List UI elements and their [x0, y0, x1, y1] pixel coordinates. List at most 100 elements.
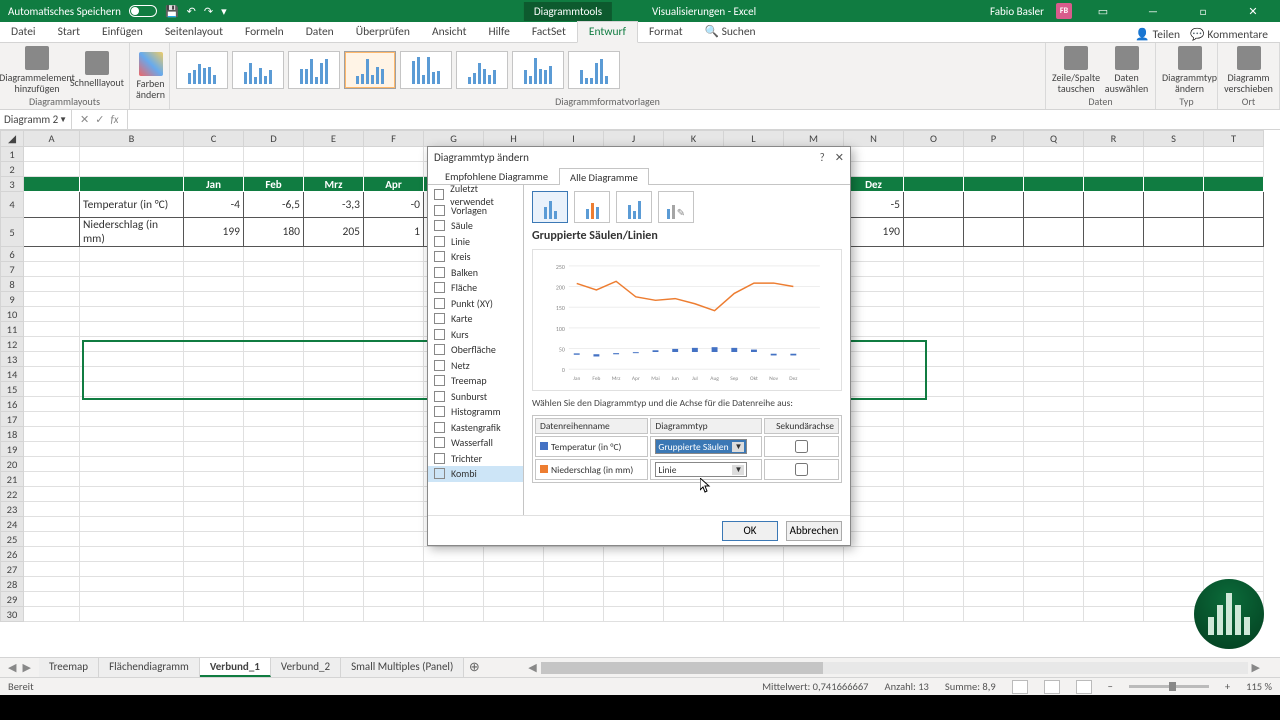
- cell-R30[interactable]: [1084, 607, 1144, 622]
- cell-S2[interactable]: [1144, 162, 1204, 177]
- zoom-in-icon[interactable]: +: [1225, 680, 1230, 693]
- cell-T8[interactable]: [1204, 277, 1264, 292]
- cell-O24[interactable]: [904, 517, 964, 532]
- cell-D27[interactable]: [244, 562, 304, 577]
- cell-B16[interactable]: [80, 397, 184, 412]
- cell-T3[interactable]: [1204, 177, 1264, 192]
- cell-O1[interactable]: [904, 147, 964, 162]
- chart-style-6[interactable]: [456, 51, 508, 89]
- cell-L30[interactable]: [724, 607, 784, 622]
- cell-B23[interactable]: [80, 502, 184, 517]
- cell-T22[interactable]: [1204, 487, 1264, 502]
- cell-F23[interactable]: [364, 502, 424, 517]
- cell-Q14[interactable]: [1024, 367, 1084, 382]
- cell-A8[interactable]: [24, 277, 80, 292]
- subtype-3[interactable]: [616, 191, 652, 223]
- cell-O6[interactable]: [904, 247, 964, 262]
- cell-B27[interactable]: [80, 562, 184, 577]
- cell-J30[interactable]: [604, 607, 664, 622]
- chart-style-8[interactable]: [568, 51, 620, 89]
- cell-B24[interactable]: [80, 517, 184, 532]
- cell-H28[interactable]: [484, 577, 544, 592]
- cell-R21[interactable]: [1084, 472, 1144, 487]
- cell-R13[interactable]: [1084, 352, 1144, 367]
- cell-N11[interactable]: [844, 322, 904, 337]
- cell-T21[interactable]: [1204, 472, 1264, 487]
- cell-Q19[interactable]: [1024, 442, 1084, 457]
- cell-Q30[interactable]: [1024, 607, 1084, 622]
- tab-datei[interactable]: Datei: [0, 22, 47, 42]
- cell-F7[interactable]: [364, 262, 424, 277]
- switch-row-col-button[interactable]: Zeile/Spalte tauschen: [1052, 46, 1100, 94]
- col-header-D[interactable]: D: [244, 131, 304, 147]
- cell-C25[interactable]: [184, 532, 244, 547]
- cell-F18[interactable]: [364, 427, 424, 442]
- col-header-H[interactable]: H: [484, 131, 544, 147]
- cell-R18[interactable]: [1084, 427, 1144, 442]
- secondary-axis-checkbox-0[interactable]: [795, 440, 808, 453]
- cell-A29[interactable]: [24, 592, 80, 607]
- cell-I29[interactable]: [544, 592, 604, 607]
- cell-B14[interactable]: [80, 367, 184, 382]
- cell-E10[interactable]: [304, 307, 364, 322]
- cell-A12[interactable]: [24, 337, 80, 352]
- cell-F19[interactable]: [364, 442, 424, 457]
- cell-C20[interactable]: [184, 457, 244, 472]
- cell-T23[interactable]: [1204, 502, 1264, 517]
- row-header-25[interactable]: 25: [1, 532, 24, 547]
- cell-S16[interactable]: [1144, 397, 1204, 412]
- cell-L28[interactable]: [724, 577, 784, 592]
- select-data-button[interactable]: Daten auswählen: [1104, 46, 1149, 94]
- cell-B25[interactable]: [80, 532, 184, 547]
- cell-S11[interactable]: [1144, 322, 1204, 337]
- cell-O5[interactable]: [904, 218, 964, 247]
- cell-Q10[interactable]: [1024, 307, 1084, 322]
- cell-D6[interactable]: [244, 247, 304, 262]
- cell-F5[interactable]: 1: [364, 218, 424, 247]
- cell-E8[interactable]: [304, 277, 364, 292]
- cell-G29[interactable]: [424, 592, 484, 607]
- cell-E5[interactable]: 205: [304, 218, 364, 247]
- tab-start[interactable]: Start: [47, 22, 91, 42]
- cell-K28[interactable]: [664, 577, 724, 592]
- row-header-13[interactable]: 13: [1, 352, 24, 367]
- cell-D26[interactable]: [244, 547, 304, 562]
- col-header-P[interactable]: P: [964, 131, 1024, 147]
- sheet-nav-prev-icon[interactable]: ◀: [8, 661, 16, 674]
- cancel-button[interactable]: Abbrechen: [786, 521, 842, 541]
- cell-A25[interactable]: [24, 532, 80, 547]
- cell-P6[interactable]: [964, 247, 1024, 262]
- tab-daten[interactable]: Daten: [295, 22, 345, 42]
- cell-B22[interactable]: [80, 487, 184, 502]
- window-close-icon[interactable]: ✕: [1234, 0, 1272, 22]
- chart-category-punktxy[interactable]: Punkt (XY): [428, 296, 523, 312]
- sheet-nav-next-icon[interactable]: ▶: [22, 661, 30, 674]
- cell-B9[interactable]: [80, 292, 184, 307]
- cell-P28[interactable]: [964, 577, 1024, 592]
- cell-E30[interactable]: [304, 607, 364, 622]
- col-header-G[interactable]: G: [424, 131, 484, 147]
- dialog-close-icon[interactable]: ✕: [835, 151, 844, 164]
- cell-F6[interactable]: [364, 247, 424, 262]
- cell-J28[interactable]: [604, 577, 664, 592]
- cell-Q21[interactable]: [1024, 472, 1084, 487]
- cell-Q16[interactable]: [1024, 397, 1084, 412]
- chart-style-5[interactable]: [400, 51, 452, 89]
- cell-P3[interactable]: [964, 177, 1024, 192]
- chart-category-sunburst[interactable]: Sunburst: [428, 389, 523, 405]
- cell-P24[interactable]: [964, 517, 1024, 532]
- cell-P22[interactable]: [964, 487, 1024, 502]
- row-header-23[interactable]: 23: [1, 502, 24, 517]
- cell-N24[interactable]: [844, 517, 904, 532]
- cell-D28[interactable]: [244, 577, 304, 592]
- cell-N1[interactable]: [844, 147, 904, 162]
- series-type-dropdown-1[interactable]: Linie▼: [655, 462, 747, 477]
- secondary-axis-checkbox-1[interactable]: [795, 463, 808, 476]
- cell-C29[interactable]: [184, 592, 244, 607]
- cell-B5[interactable]: Niederschlag (in mm): [80, 218, 184, 247]
- series-type-dropdown-0[interactable]: Gruppierte Säulen▼: [655, 439, 747, 454]
- row-header-7[interactable]: 7: [1, 262, 24, 277]
- cell-R8[interactable]: [1084, 277, 1144, 292]
- chart-category-flche[interactable]: Fläche: [428, 280, 523, 296]
- cell-B10[interactable]: [80, 307, 184, 322]
